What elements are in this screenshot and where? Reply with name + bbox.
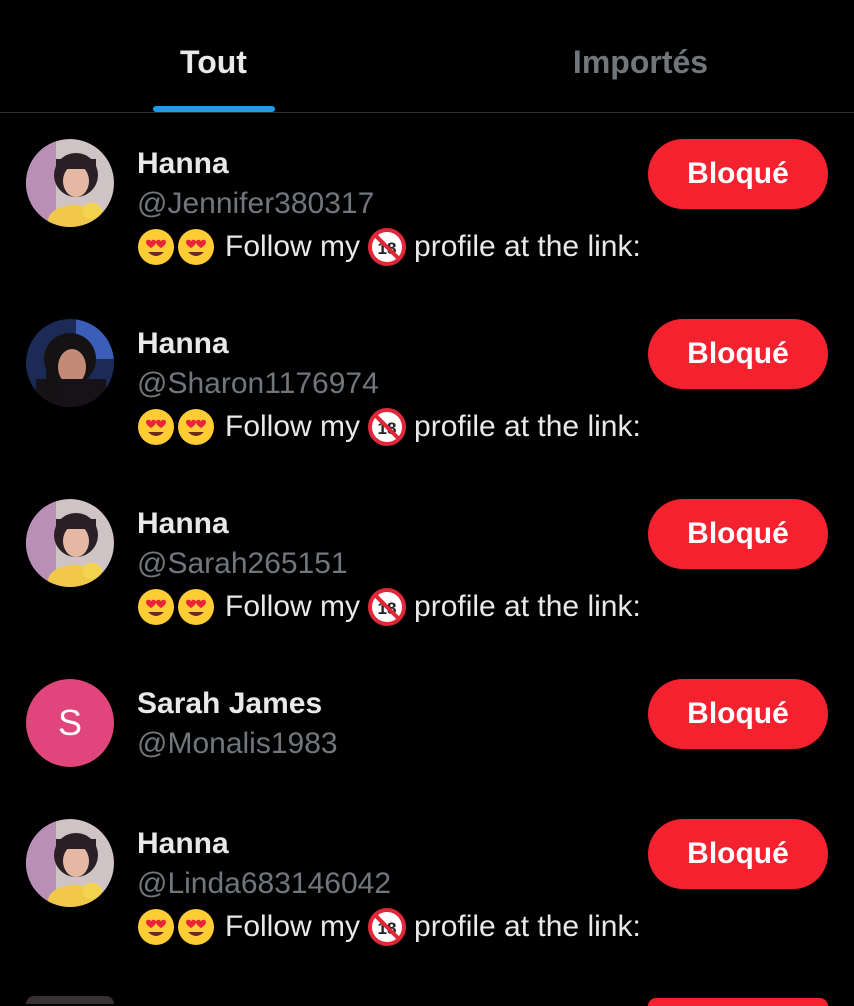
bio-text: Follow my	[225, 410, 361, 443]
heart-eyes-emoji-icon	[137, 908, 175, 946]
no-under-18-icon: 18	[368, 408, 407, 446]
avatar-photo-icon	[26, 819, 114, 907]
list-item[interactable]: Hanna @Sharon1176974 Follow my 18 profil…	[0, 293, 854, 473]
tab-all[interactable]: Tout	[0, 0, 427, 112]
bio-text: Follow my	[225, 910, 361, 943]
tab-bar: Tout Importés	[0, 0, 854, 113]
blocked-button[interactable]: Bloqué	[648, 819, 828, 889]
bio-text: Follow my	[225, 230, 361, 263]
avatar[interactable]: S	[26, 679, 114, 767]
account-name[interactable]: Hanna	[137, 327, 229, 361]
bio-text: profile at the link:	[414, 410, 641, 443]
avatar[interactable]	[26, 139, 114, 227]
tab-imported[interactable]: Importés	[427, 0, 854, 112]
blocked-button-partial	[648, 998, 828, 1006]
avatar	[26, 996, 114, 1004]
account-bio: Follow my 18 profile at the link:	[137, 588, 641, 626]
account-handle[interactable]: @Jennifer380317	[137, 187, 374, 221]
account-handle[interactable]: @Monalis1983	[137, 727, 338, 761]
heart-eyes-emoji-icon	[177, 408, 215, 446]
list-item-partial	[0, 980, 854, 1006]
account-handle[interactable]: @Sarah265151	[137, 547, 348, 581]
avatar[interactable]	[26, 319, 114, 407]
account-handle[interactable]: @Linda683146042	[137, 867, 391, 901]
no-under-18-icon: 18	[368, 228, 407, 266]
account-name[interactable]: Hanna	[137, 507, 229, 541]
account-handle[interactable]: @Sharon1176974	[137, 367, 379, 401]
account-name[interactable]: Hanna	[137, 827, 229, 861]
heart-eyes-emoji-icon	[177, 908, 215, 946]
heart-eyes-emoji-icon	[177, 588, 215, 626]
avatar-photo-icon	[26, 499, 114, 587]
account-bio: Follow my 18 profile at the link:	[137, 908, 641, 946]
avatar[interactable]	[26, 499, 114, 587]
bio-text: Follow my	[225, 590, 361, 623]
heart-eyes-emoji-icon	[137, 228, 175, 266]
bio-text: profile at the link:	[414, 590, 641, 623]
bio-text: profile at the link:	[414, 230, 641, 263]
account-bio: Follow my 18 profile at the link:	[137, 408, 641, 446]
bio-text: profile at the link:	[414, 910, 641, 943]
no-under-18-icon: 18	[368, 588, 407, 626]
tab-all-label: Tout	[180, 44, 247, 80]
avatar[interactable]	[26, 819, 114, 907]
blocked-button[interactable]: Bloqué	[648, 139, 828, 209]
no-under-18-icon: 18	[368, 908, 407, 946]
blocked-button[interactable]: Bloqué	[648, 499, 828, 569]
heart-eyes-emoji-icon	[137, 408, 175, 446]
blocked-accounts-list: Hanna @Jennifer380317 Follow my 18 profi…	[0, 113, 854, 973]
list-item[interactable]: S Sarah James @Monalis1983 Bloqué	[0, 653, 854, 793]
avatar-photo-icon	[26, 139, 114, 227]
tab-imported-label: Importés	[572, 44, 709, 80]
heart-eyes-emoji-icon	[177, 228, 215, 266]
list-item[interactable]: Hanna @Sarah265151 Follow my 18 profile …	[0, 473, 854, 653]
active-tab-indicator	[152, 106, 275, 112]
account-name[interactable]: Sarah James	[137, 687, 322, 721]
avatar-photo-icon	[26, 319, 114, 407]
heart-eyes-emoji-icon	[137, 588, 175, 626]
blocked-button[interactable]: Bloqué	[648, 319, 828, 389]
account-bio: Follow my 18 profile at the link:	[137, 228, 641, 266]
blocked-button[interactable]: Bloqué	[648, 679, 828, 749]
list-item[interactable]: Hanna @Linda683146042 Follow my 18 profi…	[0, 793, 854, 973]
account-name[interactable]: Hanna	[137, 147, 229, 181]
list-item[interactable]: Hanna @Jennifer380317 Follow my 18 profi…	[0, 113, 854, 293]
